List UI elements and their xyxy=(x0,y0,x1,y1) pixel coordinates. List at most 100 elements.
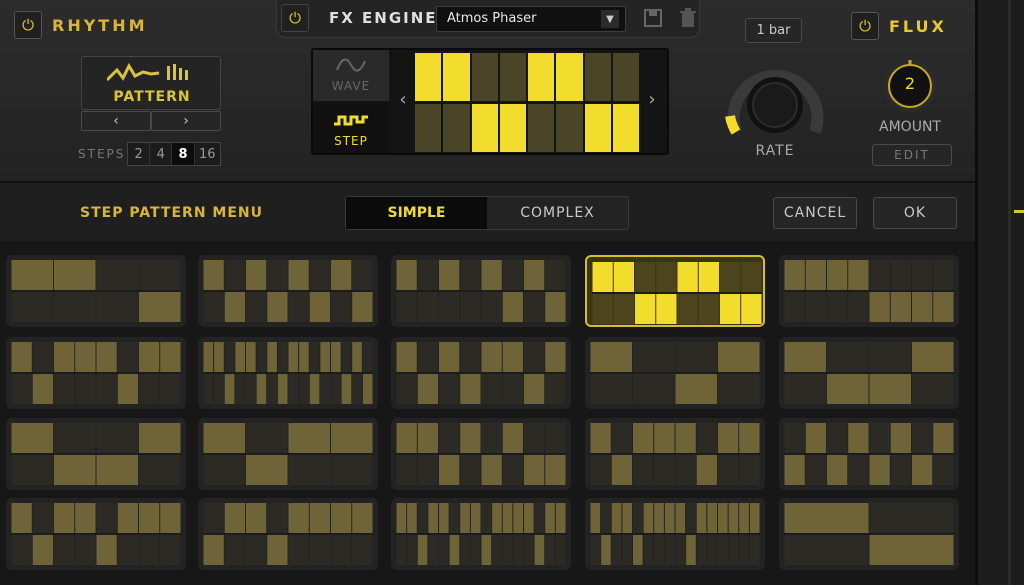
pattern-tile[interactable] xyxy=(585,418,765,490)
step-cell[interactable] xyxy=(584,104,611,152)
seq-prev-arrow[interactable]: ‹ xyxy=(392,89,414,115)
step-cell[interactable] xyxy=(528,53,555,101)
pattern-tile[interactable] xyxy=(6,337,186,409)
pattern-tile[interactable] xyxy=(779,418,959,490)
pattern-tile[interactable] xyxy=(6,418,186,490)
wave-mode-button[interactable]: WAVE xyxy=(313,50,389,101)
step-cell[interactable] xyxy=(415,104,442,152)
pattern-preview xyxy=(590,423,760,485)
tab-simple[interactable]: SIMPLE xyxy=(346,197,487,229)
flux-title: FLUX xyxy=(889,17,947,36)
step-cell[interactable] xyxy=(528,104,555,152)
step-mode-button[interactable]: STEP xyxy=(313,102,389,153)
step-cell[interactable] xyxy=(499,104,526,152)
pattern-preview xyxy=(11,342,181,404)
pattern-preview xyxy=(203,342,373,404)
step-cell[interactable] xyxy=(556,104,583,152)
pattern-preview xyxy=(11,423,181,485)
steps-option-2[interactable]: 2 xyxy=(128,143,151,165)
preset-dropdown[interactable]: Atmos Phaser ▼ xyxy=(436,6,626,32)
step-cell[interactable] xyxy=(471,53,498,101)
step-icon xyxy=(334,115,368,126)
seq-next-arrow[interactable]: › xyxy=(641,89,663,115)
pattern-preview xyxy=(784,342,954,404)
pattern-tile[interactable] xyxy=(198,498,378,570)
pattern-next-button[interactable]: › xyxy=(151,111,221,131)
menu-title: STEP PATTERN MENU xyxy=(80,205,263,221)
pattern-preview xyxy=(590,503,760,565)
rate-value-button[interactable]: 1 bar xyxy=(745,18,802,43)
step-cell[interactable] xyxy=(556,53,583,101)
pattern-tile[interactable] xyxy=(6,255,186,327)
pattern-tile[interactable] xyxy=(391,255,571,327)
ok-button[interactable]: OK xyxy=(873,197,957,229)
rhythm-power-button[interactable]: ⏻ xyxy=(14,11,42,39)
rhythm-title: RHYTHM xyxy=(52,16,148,35)
pattern-preview xyxy=(396,503,566,565)
pattern-preview xyxy=(203,423,373,485)
step-cell[interactable] xyxy=(471,104,498,152)
pattern-tile[interactable] xyxy=(779,498,959,570)
step-cell[interactable] xyxy=(415,53,442,101)
flux-power-button[interactable]: ⏻ xyxy=(851,12,879,40)
pattern-preview xyxy=(396,260,566,322)
wave-icon xyxy=(336,58,366,72)
side-strip xyxy=(975,0,1024,585)
pattern-prev-button[interactable]: ‹ xyxy=(81,111,151,131)
pattern-tiles xyxy=(0,241,975,585)
tab-complex[interactable]: COMPLEX xyxy=(487,197,628,229)
pattern-tile[interactable] xyxy=(391,337,571,409)
pattern-preview xyxy=(396,342,566,404)
pattern-tile[interactable] xyxy=(779,255,959,327)
steps-label: STEPS xyxy=(78,147,126,161)
menu-tabs: SIMPLE COMPLEX xyxy=(345,196,629,230)
step-cell[interactable] xyxy=(612,104,639,152)
rate-label: RATE xyxy=(755,143,795,159)
pattern-preview xyxy=(784,503,954,565)
pattern-preview xyxy=(784,260,954,322)
fx-power-button[interactable]: ⏻ xyxy=(281,4,309,32)
rate-knob[interactable] xyxy=(720,60,830,150)
wave-label: WAVE xyxy=(331,79,371,93)
step-cell[interactable] xyxy=(443,104,470,152)
pattern-preview xyxy=(203,503,373,565)
edit-button[interactable]: EDIT xyxy=(872,144,952,166)
pattern-tile[interactable] xyxy=(198,418,378,490)
trash-icon[interactable] xyxy=(678,8,698,28)
pattern-preview xyxy=(11,260,181,322)
pattern-waveform-icon xyxy=(107,62,188,82)
pattern-preview xyxy=(590,342,760,404)
pattern-label: PATTERN xyxy=(113,89,191,105)
pattern-preview xyxy=(203,260,373,322)
pattern-tile[interactable] xyxy=(585,337,765,409)
step-cell[interactable] xyxy=(499,53,526,101)
pattern-tile[interactable] xyxy=(585,498,765,570)
step-cell[interactable] xyxy=(584,53,611,101)
steps-option-16[interactable]: 16 xyxy=(195,143,220,165)
chevron-down-icon: ▼ xyxy=(601,10,619,28)
preset-name: Atmos Phaser xyxy=(447,11,537,26)
step-label: STEP xyxy=(334,134,368,148)
amount-value: 2 xyxy=(904,74,916,93)
pattern-preview xyxy=(784,423,954,485)
pattern-tile[interactable] xyxy=(6,498,186,570)
steps-selector: 2 4 8 16 xyxy=(127,142,221,166)
save-icon[interactable] xyxy=(643,8,663,28)
pattern-button[interactable]: PATTERN xyxy=(81,56,221,110)
pattern-tile[interactable] xyxy=(585,255,765,327)
pattern-preview xyxy=(396,423,566,485)
cancel-button[interactable]: CANCEL xyxy=(773,197,857,229)
step-cell[interactable] xyxy=(443,53,470,101)
pattern-tile[interactable] xyxy=(198,255,378,327)
step-cell[interactable] xyxy=(612,53,639,101)
fx-engine-title: FX ENGINE xyxy=(329,9,438,27)
pattern-tile[interactable] xyxy=(198,337,378,409)
steps-option-4[interactable]: 4 xyxy=(150,143,173,165)
pattern-preview xyxy=(11,503,181,565)
steps-option-8[interactable]: 8 xyxy=(172,143,195,165)
pattern-tile[interactable] xyxy=(391,418,571,490)
step-cells xyxy=(414,52,640,152)
pattern-tile[interactable] xyxy=(779,337,959,409)
pattern-tile[interactable] xyxy=(391,498,571,570)
amount-label: AMOUNT xyxy=(879,119,941,135)
